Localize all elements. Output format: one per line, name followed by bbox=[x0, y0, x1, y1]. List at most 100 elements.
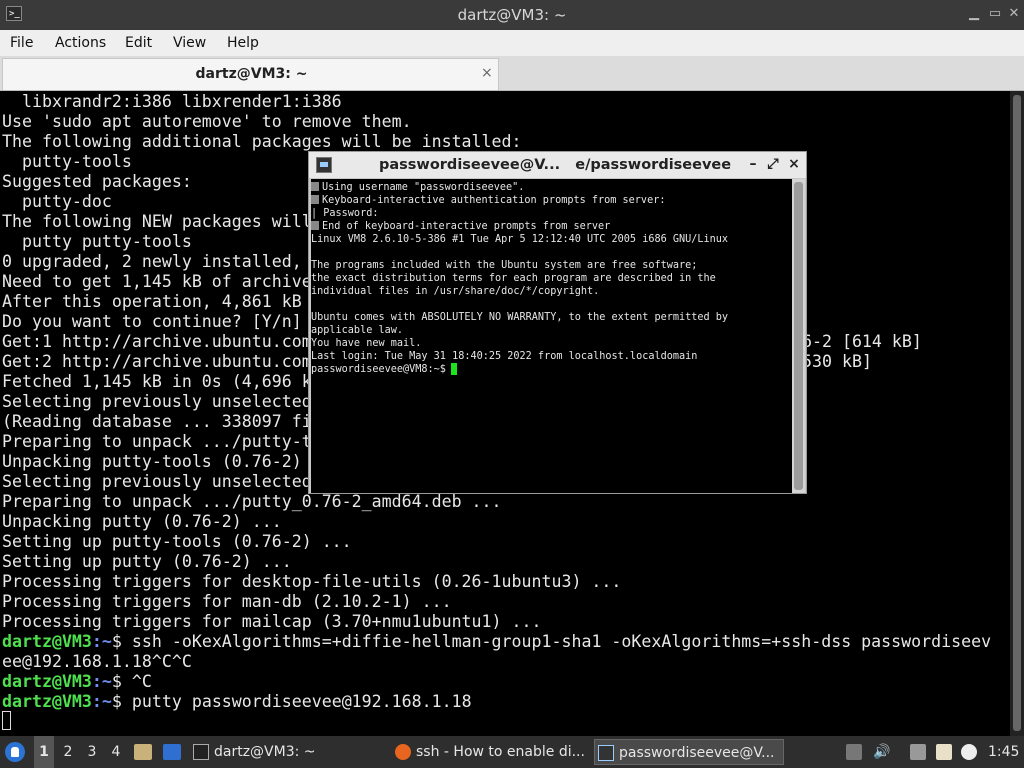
putty-minimize-icon[interactable]: – bbox=[745, 156, 761, 172]
network-icon[interactable] bbox=[910, 744, 926, 760]
key-icon bbox=[311, 195, 319, 204]
putty-line-text: Using username "passwordiseevee". bbox=[322, 182, 525, 193]
putty-icon bbox=[598, 745, 614, 761]
terminal-line: Use 'sudo apt autoremove' to remove them… bbox=[2, 112, 412, 131]
terminal-scrollbar[interactable] bbox=[1010, 91, 1024, 736]
file-manager-icon[interactable] bbox=[134, 744, 152, 760]
terminal-line: Processing triggers for man-db (2.10.2-1… bbox=[2, 592, 452, 611]
clock[interactable]: 1:45 bbox=[988, 736, 1019, 768]
putty-line: End of keyboard-interactive prompts from… bbox=[311, 220, 610, 233]
putty-line: The programs included with the Ubuntu sy… bbox=[311, 260, 698, 271]
menu-file[interactable]: File bbox=[10, 30, 33, 56]
minimize-icon[interactable]: ▁ bbox=[966, 6, 982, 22]
putty-cursor bbox=[451, 363, 457, 375]
taskbar: 1 2 3 4 dartz@VM3: ~ ssh - How to enable… bbox=[0, 736, 1024, 768]
terminal-line: putty putty-tools bbox=[2, 232, 192, 251]
trash-icon[interactable] bbox=[846, 744, 862, 760]
menu-view[interactable]: View bbox=[173, 30, 206, 56]
close-icon[interactable]: ✕ bbox=[1006, 6, 1022, 22]
terminal-line-fragment: 76-2 [614 kB] bbox=[792, 332, 922, 351]
terminal-prompt-line: dartz@VM3:~$ ^C bbox=[2, 672, 152, 692]
tab-close-icon[interactable]: × bbox=[481, 65, 493, 81]
task-firefox[interactable]: ssh - How to enable di... bbox=[392, 739, 588, 765]
putty-line: the exact distribution terms for each pr… bbox=[311, 273, 716, 284]
putty-line: Ubuntu comes with ABSOLUTELY NO WARRANTY… bbox=[311, 312, 729, 323]
terminal-line: After this operation, 4,861 kB bbox=[2, 292, 302, 311]
terminal-line: Selecting previously unselected bbox=[2, 472, 312, 491]
start-menu-icon[interactable] bbox=[5, 742, 25, 762]
terminal-line: Processing triggers for mailcap (3.70+nm… bbox=[2, 612, 542, 631]
key-icon bbox=[311, 221, 319, 230]
terminal-line: Do you want to continue? [Y/n] bbox=[2, 312, 302, 331]
prompt-command: ^C bbox=[121, 672, 152, 691]
window-titlebar[interactable]: >_ dartz@VM3: ~ ▁ ▭ ✕ bbox=[0, 0, 1024, 30]
putty-scrollbar[interactable] bbox=[792, 179, 805, 493]
workspace-1[interactable]: 1 bbox=[34, 736, 54, 768]
tab-bar: dartz@VM3: ~ × bbox=[0, 56, 1024, 91]
terminal-line: Suggested packages: bbox=[2, 172, 192, 191]
terminal-cursor bbox=[2, 711, 11, 730]
terminal-line: putty-doc bbox=[2, 192, 112, 211]
key-icon bbox=[311, 182, 319, 191]
putty-line: You have new mail. bbox=[311, 338, 422, 349]
window-title: dartz@VM3: ~ bbox=[457, 6, 567, 24]
prompt-user: dartz@VM3 bbox=[2, 632, 92, 651]
terminal-line: ee@192.168.1.18^C^C bbox=[2, 652, 192, 671]
putty-line: | Password: bbox=[311, 208, 379, 219]
task-label: passwordiseevee@V... bbox=[619, 745, 775, 761]
prompt-symbol: $ bbox=[111, 632, 122, 651]
menu-help[interactable]: Help bbox=[227, 30, 259, 56]
putty-terminal[interactable]: Using username "passwordiseevee". Keyboa… bbox=[311, 179, 792, 493]
workspace-4[interactable]: 4 bbox=[106, 736, 126, 768]
workspace-2[interactable]: 2 bbox=[58, 736, 78, 768]
terminal-line: Fetched 1,145 kB in 0s (4,696 k bbox=[2, 372, 312, 391]
task-label: dartz@VM3: ~ bbox=[214, 744, 316, 760]
putty-line: individual files in /usr/share/doc/*/cop… bbox=[311, 286, 600, 297]
terminal-line: Selecting previously unselected bbox=[2, 392, 312, 411]
menu-edit[interactable]: Edit bbox=[125, 30, 152, 56]
notification-icon[interactable] bbox=[961, 744, 977, 760]
terminal-line: The following additional packages will b… bbox=[2, 132, 522, 151]
terminal-line: Setting up putty (0.76-2) ... bbox=[2, 552, 292, 571]
prompt-command: ssh -oKexAlgorithms=+diffie-hellman-grou… bbox=[121, 632, 992, 651]
putty-line: Keyboard-interactive authentication prom… bbox=[311, 194, 665, 207]
putty-icon bbox=[316, 157, 332, 173]
putty-maximize-icon[interactable]: ⤢ bbox=[765, 156, 781, 172]
scrollbar-thumb[interactable] bbox=[1013, 95, 1021, 731]
firefox-icon bbox=[395, 744, 411, 760]
prompt-user: dartz@VM3 bbox=[2, 692, 92, 711]
workspace-3[interactable]: 3 bbox=[82, 736, 102, 768]
scrollbar-thumb[interactable] bbox=[794, 182, 803, 490]
putty-line-text: Keyboard-interactive authentication prom… bbox=[322, 195, 666, 206]
menubar: File Actions Edit View Help bbox=[0, 30, 1024, 56]
show-desktop-icon[interactable] bbox=[163, 744, 181, 760]
terminal-line: Processing triggers for desktop-file-uti… bbox=[2, 572, 622, 591]
putty-line: Last login: Tue May 31 18:40:25 2022 fro… bbox=[311, 351, 698, 362]
prompt-symbol: $ bbox=[111, 672, 122, 691]
putty-titlebar[interactable]: passwordiseevee@V... e/passwordiseevee –… bbox=[309, 152, 806, 178]
putty-title: passwordiseevee@V... e/passwordiseevee bbox=[379, 152, 731, 178]
maximize-icon[interactable]: ▭ bbox=[987, 6, 1003, 22]
menu-actions[interactable]: Actions bbox=[55, 30, 106, 56]
task-putty[interactable]: passwordiseevee@V... bbox=[594, 739, 784, 765]
task-terminal[interactable]: dartz@VM3: ~ bbox=[190, 739, 380, 765]
terminal-line: The following NEW packages will bbox=[2, 212, 312, 231]
terminal-line: Unpacking putty (0.76-2) ... bbox=[2, 512, 282, 531]
tab-terminal[interactable]: dartz@VM3: ~ × bbox=[2, 58, 499, 90]
terminal-line: libxrandr2:i386 libxrender1:i386 bbox=[2, 92, 342, 111]
putty-title-left: passwordiseevee@V... bbox=[379, 157, 561, 173]
putty-title-right: e/passwordiseevee bbox=[575, 157, 732, 173]
putty-window[interactable]: passwordiseevee@V... e/passwordiseevee –… bbox=[308, 151, 807, 494]
volume-icon[interactable]: 🔊 bbox=[873, 744, 890, 760]
terminal-line: Get:1 http://archive.ubuntu.com bbox=[2, 332, 312, 351]
terminal-line: 0 upgraded, 2 newly installed, bbox=[2, 252, 302, 271]
putty-close-icon[interactable]: × bbox=[786, 156, 802, 172]
terminal-prompt-line: dartz@VM3:~$ ssh -oKexAlgorithms=+diffie… bbox=[2, 632, 991, 652]
terminal-line: (Reading database ... 338097 fi bbox=[2, 412, 312, 431]
clipboard-icon[interactable] bbox=[936, 744, 952, 760]
tab-label: dartz@VM3: ~ bbox=[195, 66, 308, 82]
prompt-path: :~ bbox=[91, 632, 112, 651]
terminal-line: Preparing to unpack .../putty_0.76-2_amd… bbox=[2, 492, 502, 511]
putty-line: applicable law. bbox=[311, 325, 404, 336]
terminal-icon bbox=[193, 744, 209, 760]
